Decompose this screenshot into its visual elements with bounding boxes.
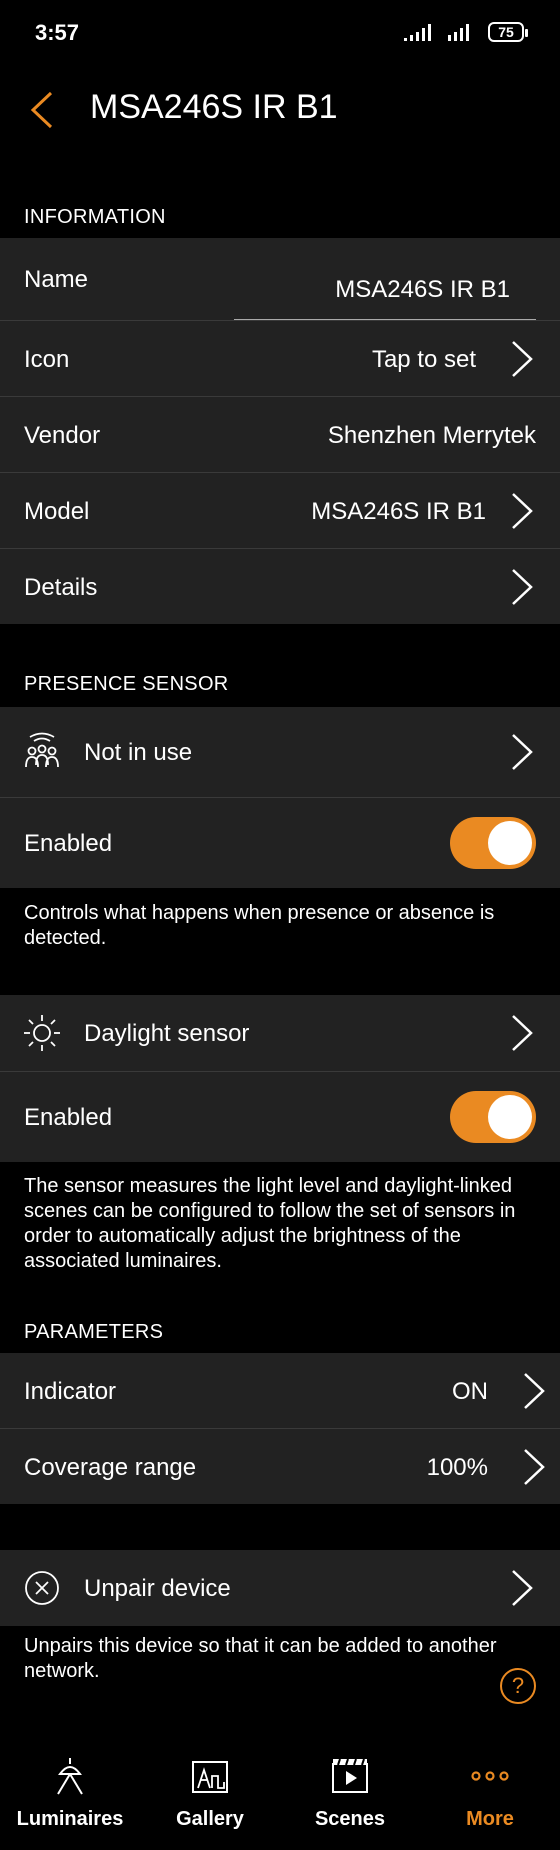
icon-row[interactable]: Icon Tap to set bbox=[0, 321, 560, 396]
section-label-information: INFORMATION bbox=[24, 206, 166, 228]
status-bar: 3:57 75 bbox=[0, 0, 560, 70]
vendor-label: Vendor bbox=[24, 422, 101, 449]
chevron-right-icon bbox=[512, 569, 533, 605]
unpair-device-label: Unpair device bbox=[84, 1575, 231, 1602]
coverage-range-value: 100% bbox=[426, 1454, 488, 1481]
name-input[interactable]: MSA246S IR B1 bbox=[234, 276, 510, 304]
coverage-range-label: Coverage range bbox=[24, 1454, 197, 1481]
name-label: Name bbox=[24, 266, 89, 293]
indicator-value: ON bbox=[452, 1378, 488, 1405]
gallery-icon bbox=[192, 1761, 228, 1793]
nav-label: Luminaires bbox=[16, 1808, 124, 1830]
model-row[interactable]: Model MSA246S IR B1 bbox=[0, 473, 560, 548]
sun-icon bbox=[24, 1015, 60, 1051]
signal-icon-2 bbox=[448, 24, 469, 41]
presence-sensor-row[interactable]: Not in use bbox=[0, 707, 560, 797]
presence-sensor-icon bbox=[25, 732, 59, 768]
nav-item-gallery[interactable]: Gallery bbox=[140, 1720, 280, 1850]
vendor-row: Vendor Shenzhen Merrytek bbox=[0, 397, 560, 472]
nav-item-scenes[interactable]: Scenes bbox=[280, 1720, 420, 1850]
icon-value: Tap to set bbox=[371, 346, 476, 373]
chevron-right-icon bbox=[512, 341, 533, 377]
details-row[interactable]: Details bbox=[0, 549, 560, 624]
chevron-right-icon bbox=[512, 1570, 533, 1606]
signal-icon bbox=[404, 24, 431, 41]
nav-label: More bbox=[466, 1808, 514, 1830]
bottom-nav: Luminaires Gallery Scenes More bbox=[0, 1720, 560, 1850]
indicator-row[interactable]: Indicator ON bbox=[0, 1353, 560, 1428]
scenes-icon bbox=[332, 1758, 368, 1793]
toggle-knob bbox=[488, 821, 532, 865]
chevron-right-icon bbox=[512, 1015, 533, 1051]
indicator-label: Indicator bbox=[24, 1378, 117, 1405]
more-icon bbox=[471, 1771, 509, 1781]
section-label-parameters: PARAMETERS bbox=[24, 1321, 164, 1343]
section-label-presence-sensor: PRESENCE SENSOR bbox=[24, 673, 229, 695]
model-value: MSA246S IR B1 bbox=[311, 498, 486, 525]
daylight-sensor-label: Daylight sensor bbox=[84, 1020, 250, 1047]
chevron-right-icon bbox=[524, 1373, 545, 1409]
vendor-value: Shenzhen Merrytek bbox=[327, 422, 536, 449]
presence-description: Controls what happens when presence or a… bbox=[24, 902, 495, 949]
page-title: MSA246S IR B1 bbox=[90, 88, 338, 126]
nav-item-more[interactable]: More bbox=[420, 1720, 560, 1850]
model-label: Model bbox=[24, 498, 90, 525]
status-icons: 75 bbox=[404, 22, 528, 42]
daylight-enabled-toggle[interactable] bbox=[450, 1091, 536, 1143]
presence-enabled-toggle[interactable] bbox=[450, 817, 536, 869]
chevron-right-icon bbox=[512, 734, 533, 770]
daylight-enabled-row: Enabled bbox=[0, 1072, 560, 1162]
nav-item-luminaires[interactable]: Luminaires bbox=[0, 1720, 140, 1850]
chevron-right-icon bbox=[512, 493, 533, 529]
help-button[interactable]: ? bbox=[500, 1668, 536, 1704]
chevron-left-icon bbox=[30, 91, 53, 129]
details-label: Details bbox=[24, 574, 98, 601]
battery-icon: 75 bbox=[488, 22, 528, 42]
presence-status-label: Not in use bbox=[84, 739, 193, 766]
coverage-range-row[interactable]: Coverage range 100% bbox=[0, 1429, 560, 1504]
daylight-sensor-row[interactable]: Daylight sensor bbox=[0, 995, 560, 1071]
back-button[interactable] bbox=[22, 86, 62, 134]
toggle-knob bbox=[488, 1095, 532, 1139]
unpair-description: Unpairs this device so that it can be ad… bbox=[24, 1635, 497, 1682]
nav-label: Scenes bbox=[314, 1808, 386, 1830]
status-time: 3:57 bbox=[35, 20, 80, 45]
presence-enabled-row: Enabled bbox=[0, 798, 560, 888]
unpair-device-row[interactable]: Unpair device bbox=[0, 1550, 560, 1626]
presence-enabled-label: Enabled bbox=[24, 830, 113, 857]
icon-label: Icon bbox=[24, 346, 70, 373]
daylight-description: The sensor measures the light level and … bbox=[24, 1175, 516, 1272]
daylight-enabled-label: Enabled bbox=[24, 1104, 113, 1131]
nav-label: Gallery bbox=[176, 1808, 244, 1830]
luminaire-icon bbox=[57, 1758, 83, 1795]
chevron-right-icon bbox=[524, 1449, 545, 1485]
close-circle-icon bbox=[25, 1571, 59, 1605]
